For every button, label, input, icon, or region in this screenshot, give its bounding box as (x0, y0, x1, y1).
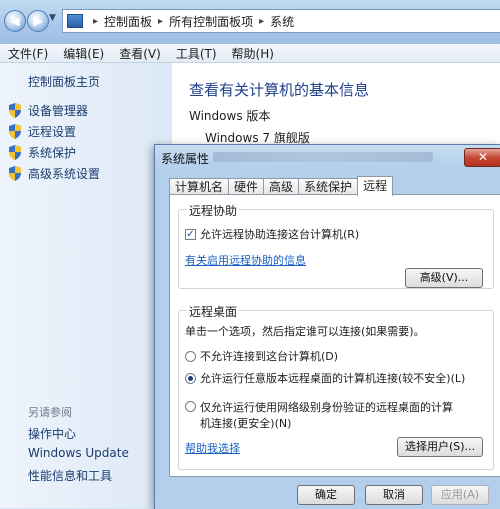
remote-assistance-info-link[interactable]: 有关启用远程协助的信息 (185, 252, 306, 268)
see-also-title: 另请参阅 (28, 406, 72, 419)
remote-desktop-instruction: 单击一个选项，然后指定谁可以连接(如果需要)。 (185, 325, 425, 338)
breadcrumb-system[interactable]: 系统 (270, 13, 294, 30)
task-device-manager[interactable]: 设备管理器 (8, 102, 88, 119)
advanced-button[interactable]: 高级(V)... (405, 268, 483, 288)
obscured-title-text (213, 152, 433, 162)
tab-system-protection[interactable]: 系统保护 (298, 178, 359, 195)
menu-bar: 文件(F) 编辑(E) 查看(V) 工具(T) 帮助(H) (0, 44, 500, 63)
radio-allow-nla-only[interactable]: 仅允许运行使用网络级别身份验证的远程桌面的计算 机连接(更安全)(N) (185, 399, 453, 431)
system-properties-dialog: 系统属性 ✕ 计算机名 硬件 高级 系统保护 远程 远程协助 ✓ 允许远程协助连… (154, 144, 500, 509)
see-also-windows-update[interactable]: Windows Update (28, 446, 129, 460)
breadcrumb-control-panel[interactable]: 控制面板 (104, 13, 152, 30)
radio-allow-any-version[interactable]: 允许运行任意版本远程桌面的计算机连接(较不安全)(L) (185, 370, 465, 386)
task-system-protection[interactable]: 系统保护 (8, 144, 76, 161)
see-also-action-center[interactable]: 操作中心 (28, 425, 76, 442)
radio-deny-connections[interactable]: 不允许连接到这台计算机(D) (185, 348, 338, 364)
tab-strip: 计算机名 硬件 高级 系统保护 远程 (169, 176, 394, 196)
select-users-button[interactable]: 选择用户(S)... (397, 437, 483, 457)
task-label: 系统保护 (28, 146, 77, 160)
shield-icon (8, 166, 22, 181)
menu-tools[interactable]: 工具(T) (168, 45, 224, 62)
menu-edit[interactable]: 编辑(E) (55, 45, 111, 62)
task-label: 远程设置 (28, 125, 77, 139)
help-me-choose-link[interactable]: 帮助我选择 (185, 440, 240, 456)
task-label: 高级系统设置 (28, 167, 101, 181)
radio-selected-icon (185, 372, 196, 384)
dialog-title: 系统属性 (161, 152, 210, 166)
menu-file[interactable]: 文件(F) (0, 45, 55, 62)
apply-button[interactable]: 应用(A) (431, 485, 489, 505)
control-panel-icon (67, 14, 83, 28)
chevron-right-icon[interactable]: ▸ (93, 16, 98, 27)
task-remote-settings[interactable]: 远程设置 (8, 123, 76, 140)
window-titlebar: ◀ ▶ ▼ ▸ 控制面板 ▸ 所有控制面板项 ▸ 系统 (0, 0, 500, 44)
shield-icon (8, 103, 22, 118)
checkbox-checked-icon: ✓ (185, 228, 196, 240)
shield-icon (8, 145, 22, 160)
tab-hardware[interactable]: 硬件 (228, 178, 265, 195)
remote-tab-panel: 远程协助 ✓ 允许远程协助连接这台计算机(R) 有关启用远程协助的信息 高级(V… (169, 194, 500, 477)
menu-view[interactable]: 查看(V) (111, 45, 168, 62)
page-title: 查看有关计算机的基本信息 (189, 81, 370, 99)
allow-remote-assistance-checkbox[interactable]: ✓ 允许远程协助连接这台计算机(R) (185, 226, 359, 242)
radio-label-block: 仅允许运行使用网络级别身份验证的远程桌面的计算 机连接(更安全)(N) (200, 399, 453, 431)
group-title: 远程桌面 (187, 303, 240, 320)
chevron-right-icon[interactable]: ▸ (259, 16, 264, 27)
radio-label: 不允许连接到这台计算机(D) (200, 350, 339, 363)
group-title: 远程协助 (187, 202, 240, 219)
history-dropdown-icon[interactable]: ▼ (49, 13, 56, 23)
remote-assistance-group: 远程协助 ✓ 允许远程协助连接这台计算机(R) 有关启用远程协助的信息 高级(V… (178, 202, 494, 289)
breadcrumb-all-items[interactable]: 所有控制面板项 (169, 13, 253, 30)
left-pane: 控制面板主页 设备管理器 远程设置 系统保护 高级系统设置 另请参阅 操作中心 … (0, 63, 172, 508)
address-bar[interactable]: ▸ 控制面板 ▸ 所有控制面板项 ▸ 系统 (62, 9, 500, 33)
forward-button[interactable]: ▶ (27, 10, 49, 32)
control-panel-home-link[interactable]: 控制面板主页 (28, 73, 100, 90)
radio-icon (185, 350, 196, 362)
back-button[interactable]: ◀ (4, 10, 26, 32)
radio-label: 允许运行任意版本远程桌面的计算机连接(较不安全)(L) (200, 372, 466, 385)
chevron-right-icon[interactable]: ▸ (158, 16, 163, 27)
radio-icon (185, 401, 196, 412)
radio-label-line: 仅允许运行使用网络级别身份验证的远程桌面的计算 (200, 401, 453, 414)
cancel-button[interactable]: 取消 (365, 485, 423, 505)
task-label: 设备管理器 (28, 104, 89, 118)
windows-edition-heading: Windows 版本 (189, 109, 271, 123)
tab-advanced[interactable]: 高级 (263, 178, 300, 195)
tab-computer-name[interactable]: 计算机名 (169, 178, 230, 195)
ok-button[interactable]: 确定 (297, 485, 355, 505)
close-button[interactable]: ✕ (464, 148, 500, 167)
shield-icon (8, 124, 22, 139)
see-also-performance-tools[interactable]: 性能信息和工具 (28, 467, 112, 484)
checkbox-label: 允许远程协助连接这台计算机(R) (200, 228, 360, 241)
radio-label-line: 机连接(更安全)(N) (200, 417, 292, 430)
tab-remote[interactable]: 远程 (357, 176, 394, 196)
task-advanced-settings[interactable]: 高级系统设置 (8, 165, 100, 182)
menu-help[interactable]: 帮助(H) (224, 45, 281, 62)
remote-desktop-group: 远程桌面 单击一个选项，然后指定谁可以连接(如果需要)。 不允许连接到这台计算机… (178, 303, 494, 470)
